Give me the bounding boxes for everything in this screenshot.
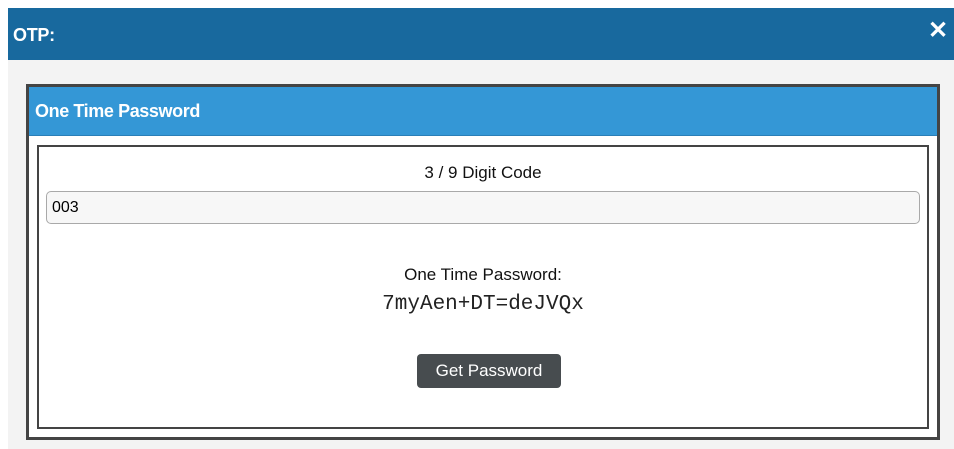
get-password-button[interactable]: Get Password (417, 354, 561, 388)
dialog-title: OTP: (13, 25, 55, 45)
panel-body: 3 / 9 Digit Code One Time Password: 7myA… (37, 145, 929, 429)
panel-header-title: One Time Password (35, 101, 200, 121)
close-icon[interactable]: ✕ (926, 18, 950, 44)
panel-header: One Time Password (29, 87, 937, 136)
digit-code-input[interactable] (46, 191, 920, 224)
otp-panel: One Time Password 3 / 9 Digit Code One T… (26, 84, 940, 440)
otp-label: One Time Password: (404, 265, 562, 284)
otp-value: 7myAen+DT=deJVQx (382, 293, 584, 316)
otp-dialog: OTP: ✕ One Time Password 3 / 9 Digit Cod… (8, 8, 954, 449)
dialog-titlebar: OTP: ✕ (8, 8, 954, 60)
digit-code-label: 3 / 9 Digit Code (424, 163, 542, 182)
